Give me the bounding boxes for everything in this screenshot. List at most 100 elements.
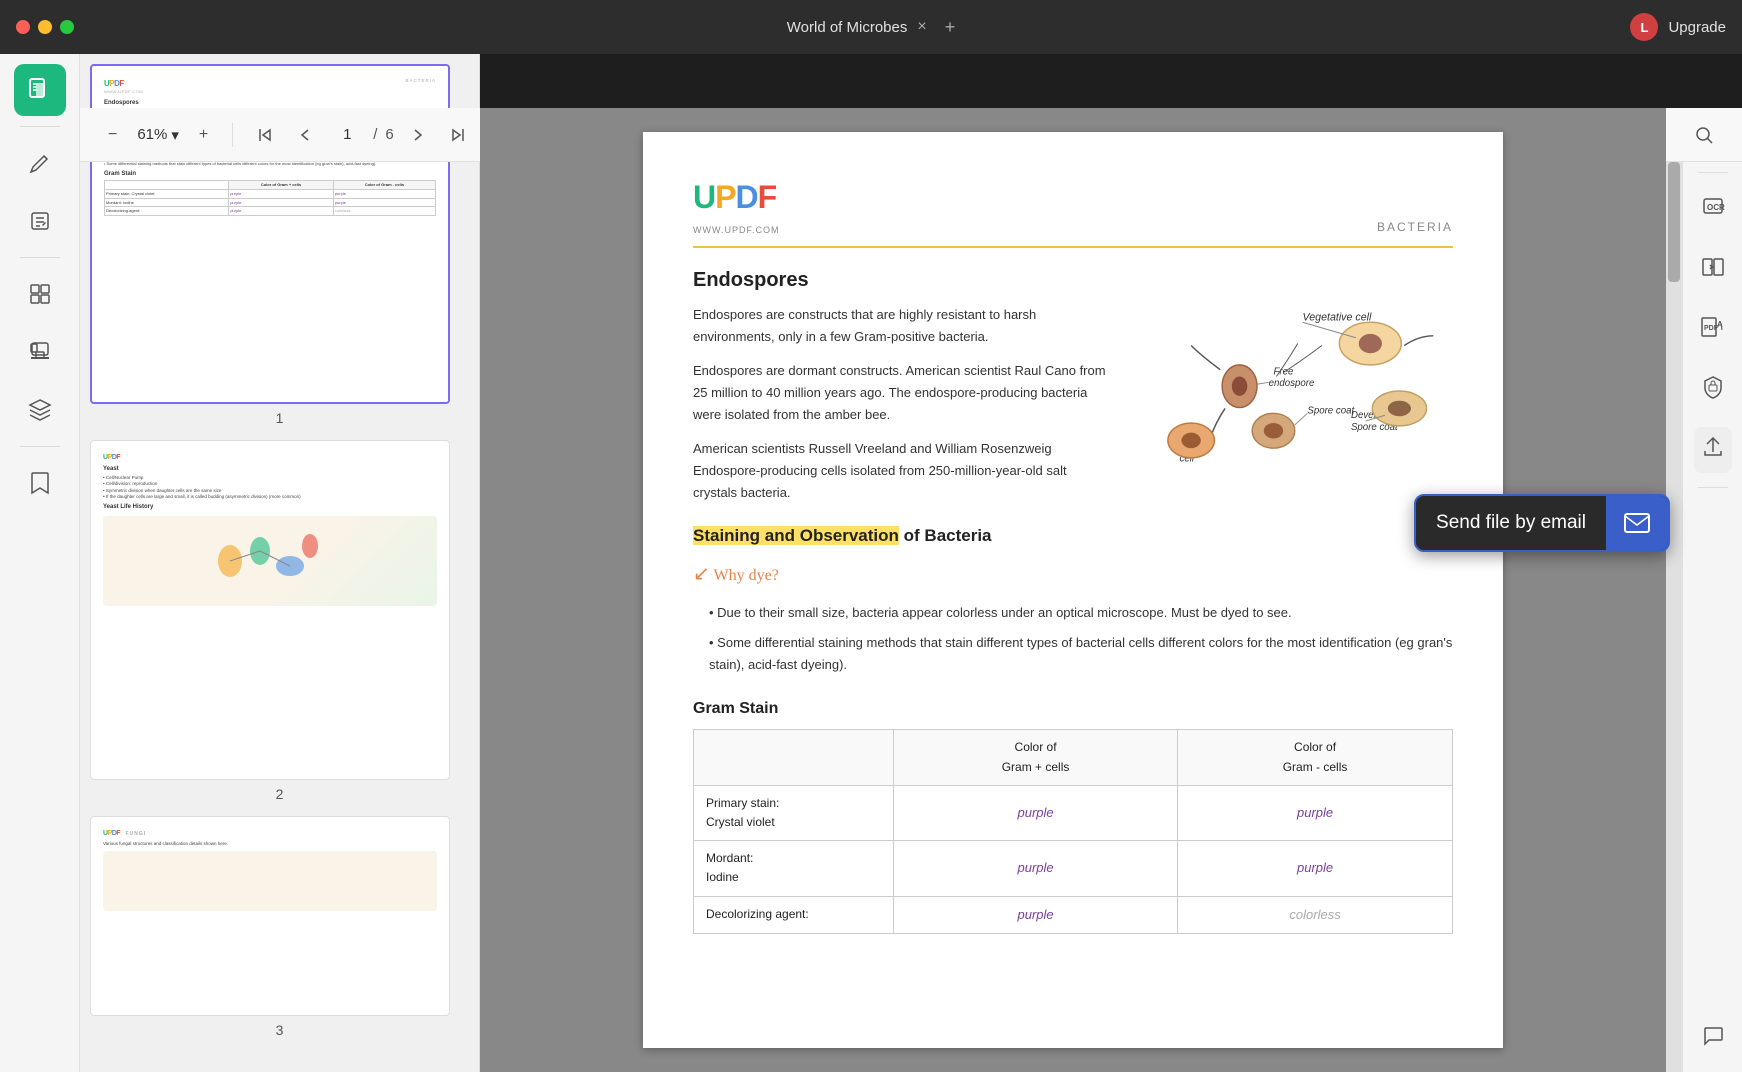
staining-of: of Bacteria: [899, 526, 992, 545]
zoom-out-button[interactable]: −: [100, 122, 125, 148]
zoom-display[interactable]: 61% ▾: [133, 126, 183, 144]
staining-section-title: Staining and Observation of Bacteria: [693, 522, 1453, 549]
reader-icon: [27, 77, 53, 103]
gram-row-3-label: Decolorizing agent:: [694, 896, 894, 934]
close-tab-button[interactable]: ×: [917, 18, 926, 36]
pdf-header: UPDF WWW.UPDF.COM BACTERIA: [693, 172, 1453, 248]
gram-col-plus: Color ofGram + cells: [894, 730, 1178, 785]
why-dye-label: ↙ Why dye?: [693, 558, 1453, 590]
last-page-icon: [450, 127, 466, 143]
close-window-button[interactable]: [16, 20, 30, 34]
zoom-level: 61%: [137, 126, 167, 143]
thumbnail-3[interactable]: UPDF FUNGI Various fungal structures and…: [90, 816, 469, 1038]
sidebar-item-annotate[interactable]: [14, 195, 66, 247]
endospores-body-1: Endospores are constructs that are highl…: [693, 304, 1113, 348]
bullet-1: Due to their small size, bacteria appear…: [693, 602, 1453, 624]
endospore-diagram: Vegetative cell Free endospore: [1133, 304, 1453, 505]
sidebar-item-stamp[interactable]: [14, 326, 66, 378]
pen-icon: [28, 151, 52, 175]
pdf-bacteria-label: BACTERIA: [1377, 218, 1453, 237]
page-number-input[interactable]: [329, 126, 365, 143]
send-email-tooltip[interactable]: Send file by email: [1414, 494, 1670, 552]
share-button[interactable]: [1694, 427, 1732, 473]
gram-stain-title: Gram Stain: [693, 696, 1453, 722]
search-icon: [1694, 125, 1714, 145]
gram-row-1-minus: purple: [1178, 785, 1453, 840]
scroll-thumb[interactable]: [1668, 162, 1680, 282]
convert-button[interactable]: [1693, 247, 1733, 293]
ocr-icon: OCR: [1701, 195, 1725, 219]
send-email-icon[interactable]: [1606, 496, 1668, 550]
titlebar: World of Microbes × + L Upgrade: [0, 0, 1742, 54]
endospore-svg: Vegetative cell Free endospore: [1133, 304, 1443, 479]
pdf-content-area[interactable]: UPDF WWW.UPDF.COM BACTERIA Endospores En…: [480, 108, 1666, 1072]
sidebar-item-layers[interactable]: [14, 384, 66, 436]
gram-row-2: Mordant:Iodine purple purple: [694, 841, 1453, 896]
pdf-ai-button[interactable]: PDF A: [1692, 307, 1734, 353]
pdf-logo: UPDF: [693, 172, 780, 223]
gram-col-minus: Color ofGram - cells: [1178, 730, 1453, 785]
zoom-in-button[interactable]: +: [191, 122, 216, 148]
endospores-content-row: Endospores are constructs that are highl…: [693, 304, 1453, 505]
sidebar-divider-3: [20, 446, 60, 447]
thumb-label-2: 2: [90, 786, 469, 802]
last-page-button[interactable]: [442, 123, 474, 147]
thumbnail-2[interactable]: UPDF Yeast • Cell/Nuclear Pump• Cell/div…: [90, 440, 469, 802]
sidebar-item-bookmark[interactable]: [14, 457, 66, 509]
gram-row-1-plus: purple: [894, 785, 1178, 840]
pdf-endospores-title: Endospores: [693, 264, 1453, 296]
gram-row-2-label: Mordant:Iodine: [694, 841, 894, 896]
bookmark-icon: [29, 471, 51, 495]
gram-row-1: Primary stain:Crystal violet purple purp…: [694, 785, 1453, 840]
protect-button[interactable]: [1694, 367, 1732, 413]
thumb-label-1: 1: [90, 410, 469, 426]
chat-button[interactable]: [1693, 1016, 1733, 1062]
first-page-button[interactable]: [249, 123, 281, 147]
stamp-icon: [28, 340, 52, 364]
search-button[interactable]: [1686, 121, 1722, 149]
thumb-box-3: UPDF FUNGI Various fungal structures and…: [90, 816, 450, 1016]
sidebar-divider-2: [20, 257, 60, 258]
svg-text:OCR: OCR: [1707, 203, 1725, 212]
thumbnail-panel: UPDF WWW.UPDF.COM BACTERIA Endospores En…: [80, 54, 480, 1072]
main-area: UPDF WWW.UPDF.COM BACTERIA Endospores En…: [0, 54, 1742, 1072]
avatar: L: [1630, 13, 1658, 41]
traffic-lights: [16, 20, 74, 34]
gram-row-3-plus: purple: [894, 896, 1178, 934]
thumb-box-2: UPDF Yeast • Cell/Nuclear Pump• Cell/div…: [90, 440, 450, 780]
yeast-diagram: [210, 521, 330, 601]
maximize-window-button[interactable]: [60, 20, 74, 34]
chat-icon: [1701, 1024, 1725, 1048]
ocr-button[interactable]: OCR: [1693, 187, 1733, 233]
minimize-window-button[interactable]: [38, 20, 52, 34]
first-page-icon: [257, 127, 273, 143]
upgrade-button[interactable]: Upgrade: [1668, 19, 1726, 36]
window-title: World of Microbes: [787, 19, 908, 36]
next-page-button[interactable]: [402, 123, 434, 147]
notification-dot: [22, 72, 30, 80]
email-icon: [1624, 512, 1650, 534]
thumb-label-3: 3: [90, 1022, 469, 1038]
endospores-text: Endospores are constructs that are highl…: [693, 304, 1113, 505]
add-tab-button[interactable]: +: [945, 17, 956, 38]
share-icon: [1702, 435, 1724, 459]
gram-row-3-minus: colorless: [1178, 896, 1453, 934]
page-total: 6: [385, 126, 393, 143]
sidebar-item-organize[interactable]: [14, 268, 66, 320]
zoom-dropdown-icon: ▾: [171, 126, 179, 144]
sidebar-divider-1: [20, 126, 60, 127]
left-sidebar: [0, 54, 80, 1072]
titlebar-center: World of Microbes × +: [787, 17, 955, 38]
scroll-panel[interactable]: [1666, 162, 1682, 1072]
prev-page-button[interactable]: [289, 123, 321, 147]
endospores-body-3: American scientists Russell Vreeland and…: [693, 438, 1113, 504]
pdf-ai-icon: PDF A: [1700, 315, 1726, 339]
sidebar-item-pen[interactable]: [14, 137, 66, 189]
right-divider-top: [1698, 172, 1728, 173]
gram-row-2-minus: purple: [1178, 841, 1453, 896]
sidebar-item-reader[interactable]: [14, 64, 66, 116]
annotate-icon: [28, 209, 52, 233]
convert-icon: [1701, 255, 1725, 279]
toolbar-divider-1: [232, 123, 233, 147]
gram-row-1-label: Primary stain:Crystal violet: [694, 785, 894, 840]
